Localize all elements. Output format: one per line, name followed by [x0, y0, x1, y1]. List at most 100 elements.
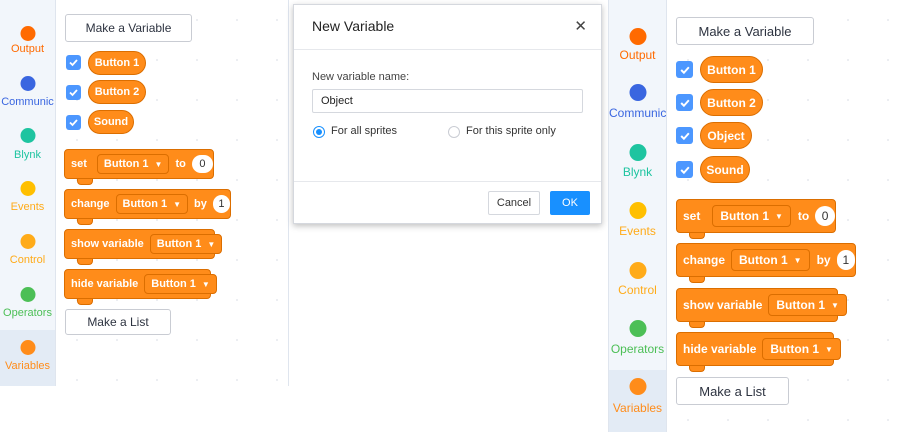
variable-checkbox[interactable] — [66, 115, 81, 130]
input-value: Object — [321, 95, 353, 107]
block-keyword: to — [797, 209, 810, 223]
variable-dropdown[interactable]: Button 1 ▼ — [762, 338, 841, 360]
change-variable-block[interactable]: change Button 1 ▼ by 1 — [676, 243, 856, 283]
variable-reporter[interactable]: Object — [700, 122, 752, 149]
block-notch — [77, 219, 93, 225]
block-notch — [689, 277, 705, 283]
category-sidebar: Output Communic Blynk Events Control Ope… — [0, 0, 56, 386]
category-communication[interactable]: Communic — [609, 78, 666, 136]
block-keyword: to — [175, 158, 186, 170]
category-blynk[interactable]: Blynk — [0, 120, 55, 170]
block-notch — [77, 259, 93, 265]
variable-checkbox[interactable] — [676, 127, 693, 144]
variable-checkbox[interactable] — [676, 61, 693, 78]
block-keyword: change — [71, 198, 110, 210]
category-output[interactable]: Output — [609, 18, 666, 76]
checkmark-icon — [679, 132, 690, 140]
dropdown-value: Button 1 — [770, 342, 820, 356]
variable-dropdown[interactable]: Button 1 ▼ — [96, 154, 170, 174]
hide-variable-block[interactable]: hide variable Button 1 ▼ — [676, 332, 841, 372]
category-operators[interactable]: Operators — [609, 314, 666, 372]
category-label: Output — [10, 43, 45, 55]
output-icon — [629, 28, 646, 45]
blynk-icon — [20, 128, 35, 143]
right-editor-panel: Output Communic Blynk Events Control Ope… — [608, 0, 923, 432]
dropdown-value: Button 1 — [776, 298, 826, 312]
variable-dropdown[interactable]: Button 1 ▼ — [712, 205, 791, 227]
caret-down-icon: ▼ — [825, 344, 833, 354]
dialog-title: New Variable — [312, 18, 395, 34]
checkmark-icon — [679, 166, 690, 174]
operators-icon — [20, 287, 35, 302]
variable-reporter[interactable]: Button 2 — [88, 80, 146, 104]
events-icon — [629, 202, 646, 219]
category-label: Variables — [4, 360, 51, 372]
variable-checkbox[interactable] — [66, 55, 81, 70]
variable-dropdown[interactable]: Button 1 ▼ — [731, 249, 810, 271]
category-variables[interactable]: Variables — [609, 370, 666, 432]
category-events[interactable]: Events — [0, 172, 55, 222]
make-list-button[interactable]: Make a List — [65, 309, 171, 335]
value-input[interactable]: 0 — [815, 206, 835, 226]
checkmark-icon — [69, 89, 78, 97]
category-operators[interactable]: Operators — [0, 278, 55, 328]
radio-label-this: For this sprite only — [466, 125, 556, 137]
category-communication[interactable]: Communic — [0, 66, 55, 116]
set-variable-block[interactable]: set Button 1 ▼ to 0 — [64, 149, 214, 185]
show-variable-block[interactable]: show variable Button 1 ▼ — [676, 288, 847, 328]
variable-dropdown[interactable]: Button 1 ▼ — [115, 194, 189, 214]
value-input[interactable]: 1 — [836, 250, 855, 270]
variable-name-input[interactable]: Object — [312, 89, 583, 113]
radio-for-all-sprites[interactable] — [313, 126, 325, 138]
hide-variable-block[interactable]: hide variable Button 1 ▼ — [64, 269, 217, 305]
variable-checkbox[interactable] — [676, 94, 693, 111]
ok-button[interactable]: OK — [550, 191, 590, 215]
category-sidebar: Output Communic Blynk Events Control Ope… — [609, 0, 667, 432]
value-input[interactable]: 1 — [212, 195, 230, 213]
category-output[interactable]: Output — [0, 14, 55, 64]
close-icon[interactable]: ✕ — [574, 17, 587, 35]
variable-reporter[interactable]: Button 1 — [700, 56, 763, 83]
category-control[interactable]: Control — [609, 256, 666, 314]
block-notch — [77, 299, 93, 305]
variable-dropdown[interactable]: Button 1 ▼ — [144, 274, 217, 294]
variable-reporter[interactable]: Sound — [88, 110, 134, 134]
screenshot-stage: Output Communic Blynk Events Control Ope… — [0, 0, 923, 432]
variable-reporter[interactable]: Button 2 — [700, 89, 763, 116]
cancel-button[interactable]: Cancel — [488, 191, 540, 215]
variable-name-label: New variable name: — [312, 71, 410, 83]
radio-for-this-sprite[interactable] — [448, 126, 460, 138]
output-icon — [20, 26, 35, 41]
events-icon — [20, 181, 35, 196]
variable-reporter[interactable]: Button 1 — [88, 51, 146, 75]
control-icon — [629, 262, 646, 279]
category-label: Control — [9, 254, 46, 266]
category-variables[interactable]: Variables — [0, 330, 55, 386]
left-editor-panel: Output Communic Blynk Events Control Ope… — [0, 0, 289, 386]
variable-checkbox[interactable] — [66, 85, 81, 100]
category-label: Blynk — [14, 149, 41, 161]
value-input[interactable]: 0 — [191, 155, 213, 173]
category-label: Variables — [612, 401, 663, 415]
dropdown-value: Button 1 — [720, 209, 769, 223]
show-variable-block[interactable]: show variable Button 1 ▼ — [64, 229, 223, 265]
change-variable-block[interactable]: change Button 1 ▼ by 1 — [64, 189, 231, 225]
communication-icon — [20, 76, 35, 91]
block-keyword: change — [683, 253, 726, 267]
block-keyword: by — [816, 253, 831, 267]
category-label: Communic — [609, 106, 667, 120]
variable-dropdown[interactable]: Button 1 ▼ — [149, 234, 223, 254]
block-notch — [77, 179, 93, 185]
make-variable-button[interactable]: Make a Variable — [65, 14, 192, 42]
variable-checkbox[interactable] — [676, 161, 693, 178]
category-blynk[interactable]: Blynk — [609, 138, 666, 196]
category-label: Events — [619, 224, 656, 238]
variable-reporter[interactable]: Sound — [700, 156, 750, 183]
checkmark-icon — [69, 119, 78, 127]
make-list-button[interactable]: Make a List — [676, 377, 789, 405]
set-variable-block[interactable]: set Button 1 ▼ to 0 — [676, 199, 836, 239]
variable-dropdown[interactable]: Button 1 ▼ — [768, 294, 847, 316]
make-variable-button[interactable]: Make a Variable — [676, 17, 814, 45]
category-events[interactable]: Events — [609, 196, 666, 254]
category-control[interactable]: Control — [0, 224, 55, 274]
